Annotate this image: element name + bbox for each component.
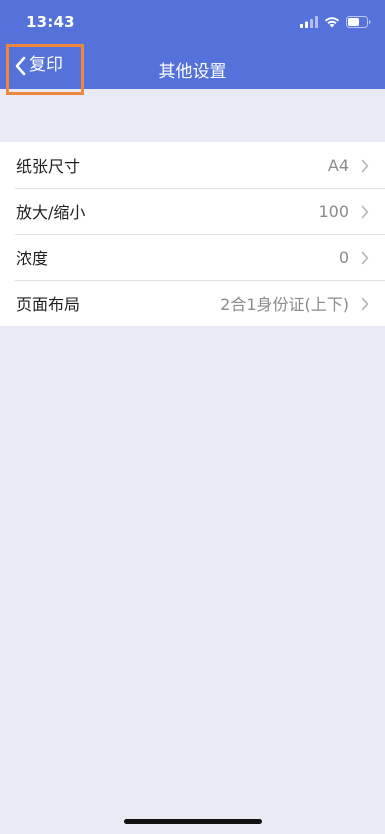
settings-row-paper-size[interactable]: 纸张尺寸 A4 — [0, 142, 385, 188]
chevron-right-icon — [361, 250, 369, 269]
page-title: 其他设置 — [158, 62, 227, 82]
settings-row-page-layout[interactable]: 页面布局 2合1身份证(上下) — [0, 280, 385, 326]
row-label: 纸张尺寸 — [16, 157, 81, 176]
settings-list: 纸张尺寸 A4 放大/缩小 100 浓度 0 页面布局 2合1身份证(上下) — [0, 142, 385, 326]
battery-icon — [346, 16, 371, 28]
row-label: 浓度 — [16, 249, 49, 268]
row-value: A4 — [327, 155, 349, 175]
app-screen: 13:43 复印 其他设置 纸张尺寸 A4 放大/缩小 100 浓度 0 页面布… — [0, 0, 385, 834]
settings-row-density[interactable]: 浓度 0 — [0, 234, 385, 280]
home-indicator[interactable] — [124, 819, 262, 824]
row-label: 放大/缩小 — [16, 203, 86, 222]
status-time: 13:43 — [26, 13, 75, 31]
chevron-right-icon — [361, 204, 369, 223]
chevron-right-icon — [361, 296, 369, 315]
header-bar: 13:43 复印 其他设置 — [0, 0, 385, 95]
row-value: 100 — [318, 201, 349, 221]
settings-row-zoom[interactable]: 放大/缩小 100 — [0, 188, 385, 234]
chevron-right-icon — [361, 158, 369, 177]
row-value: 0 — [338, 247, 349, 267]
signal-icon — [300, 16, 318, 28]
navigation-bar: 复印 其他设置 — [0, 44, 385, 95]
row-label: 页面布局 — [16, 295, 81, 314]
row-value: 2合1身份证(上下) — [220, 295, 349, 314]
wifi-icon — [324, 16, 340, 28]
status-bar: 13:43 — [0, 0, 385, 44]
status-icons — [300, 14, 371, 30]
